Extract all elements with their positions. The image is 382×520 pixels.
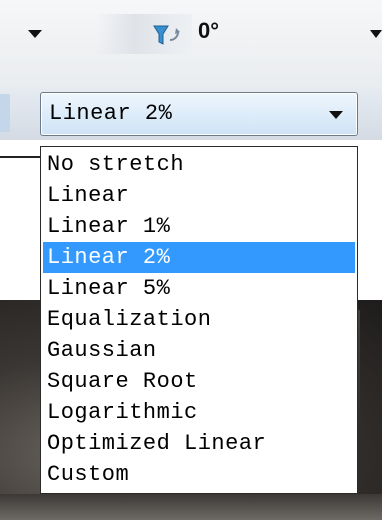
option-custom[interactable]: Custom bbox=[43, 459, 355, 490]
option-linear-5[interactable]: Linear 5% bbox=[43, 273, 355, 304]
option-no-stretch[interactable]: No stretch bbox=[43, 149, 355, 180]
rotation-value: 0° bbox=[198, 18, 220, 43]
rotate-icon[interactable] bbox=[150, 22, 184, 48]
option-linear[interactable]: Linear bbox=[43, 180, 355, 211]
stretch-options-list[interactable]: No stretch Linear Linear 1% Linear 2% Li… bbox=[40, 146, 358, 494]
left-tab bbox=[0, 94, 10, 132]
toolbar-dropdown-arrow-right-icon[interactable] bbox=[370, 30, 382, 38]
option-square-root[interactable]: Square Root bbox=[43, 366, 355, 397]
chevron-down-icon[interactable] bbox=[329, 111, 343, 119]
map-image-bottom bbox=[0, 494, 382, 520]
option-gaussian[interactable]: Gaussian bbox=[43, 335, 355, 366]
toolbar-dropdown-arrow-left-icon[interactable] bbox=[28, 30, 42, 38]
stretch-type-select[interactable]: Linear 2% bbox=[40, 92, 358, 136]
stretch-type-value: Linear 2% bbox=[49, 101, 173, 126]
divider bbox=[0, 156, 42, 158]
option-linear-1[interactable]: Linear 1% bbox=[43, 211, 355, 242]
option-equalization[interactable]: Equalization bbox=[43, 304, 355, 335]
option-linear-2[interactable]: Linear 2% bbox=[43, 242, 355, 273]
option-optimized-linear[interactable]: Optimized Linear bbox=[43, 428, 355, 459]
option-logarithmic[interactable]: Logarithmic bbox=[43, 397, 355, 428]
toolbar: 0° bbox=[0, 0, 382, 88]
